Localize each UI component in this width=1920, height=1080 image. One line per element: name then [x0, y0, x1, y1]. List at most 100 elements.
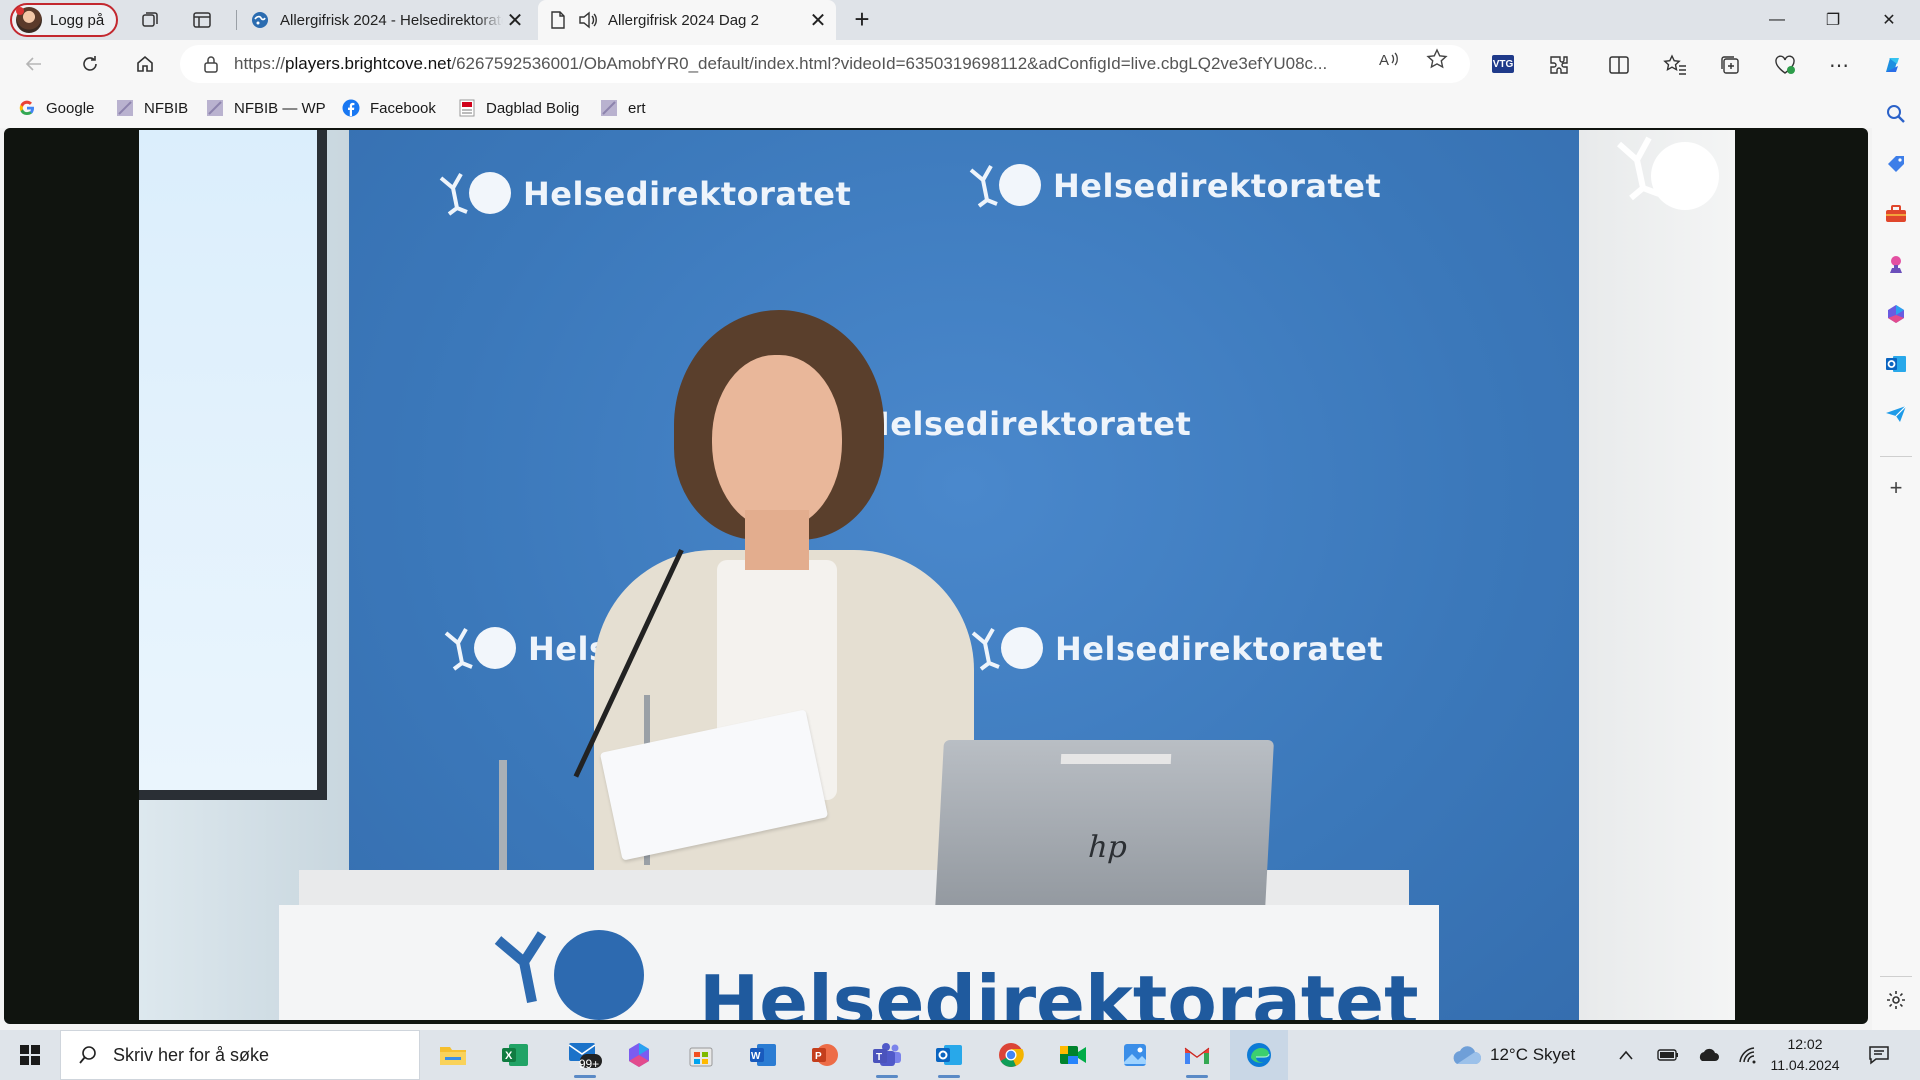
tab-title: Allergifrisk 2024 Dag 2 [608, 11, 759, 29]
bookmark-dagblad-bolig[interactable]: Dagblad Bolig [458, 96, 579, 120]
home-button[interactable] [131, 50, 159, 78]
navigation-bar: https://players.brightcove.net/626759253… [0, 40, 1920, 88]
dagblad-icon [458, 99, 476, 117]
games-icon[interactable] [1884, 252, 1908, 276]
outlook-taskbar-icon[interactable] [920, 1030, 978, 1080]
globe-icon [250, 10, 270, 30]
extensions-puzzle-icon[interactable] [1546, 52, 1572, 78]
title-bar: Logg på Allergifrisk 2024 - Helsedirekto… [0, 0, 1920, 40]
new-tab-button[interactable]: + [848, 6, 876, 34]
microsoft-store-icon[interactable] [672, 1030, 730, 1080]
vtg-extension-icon[interactable]: VTG [1492, 55, 1514, 73]
wifi-icon[interactable] [1736, 1043, 1760, 1067]
profile-button[interactable]: Logg på [10, 3, 118, 37]
gmail-icon[interactable] [1168, 1030, 1226, 1080]
lock-icon[interactable] [200, 53, 222, 75]
svg-text:X: X [505, 1050, 513, 1062]
more-options-icon[interactable]: ⋯ [1826, 52, 1852, 78]
photos-icon[interactable] [1106, 1030, 1164, 1080]
settings-gear-icon[interactable] [1884, 988, 1908, 1012]
favorite-star-icon[interactable] [1426, 48, 1448, 70]
system-clock[interactable]: 12:02 11.04.2024 [1762, 1034, 1848, 1076]
mail-badge: 99+ [578, 1057, 600, 1071]
podium-brand: Helsedirektoratet [699, 960, 1419, 1020]
profile-label: Logg på [50, 11, 105, 29]
laptop-sticker [1060, 754, 1172, 764]
tools-icon[interactable] [1884, 202, 1908, 226]
tab-allergifrisk-dag-2[interactable]: Allergifrisk 2024 Dag 2 ✕ [538, 0, 836, 40]
address-bar[interactable]: https://players.brightcove.net/626759253… [180, 45, 1470, 83]
svg-text:T: T [876, 1052, 882, 1063]
browser-essentials-icon[interactable] [1772, 52, 1798, 78]
bookmark-label: Dagblad Bolig [486, 99, 580, 117]
bookmark-label: ert [628, 99, 646, 117]
close-tab-icon[interactable]: ✕ [806, 8, 830, 32]
favorites-icon[interactable] [1662, 52, 1688, 78]
notification-icon[interactable] [1866, 1042, 1892, 1068]
microsoft-365-icon[interactable] [1884, 302, 1908, 326]
speaker-neck [745, 510, 809, 570]
teams-icon[interactable]: T [858, 1030, 916, 1080]
maximize-button[interactable]: ❐ [1805, 0, 1861, 40]
speaker-face [712, 355, 842, 530]
word-icon[interactable]: W [734, 1030, 792, 1080]
mail-icon[interactable] [556, 1030, 614, 1080]
speaker-icon[interactable] [578, 10, 598, 30]
start-button[interactable] [0, 1030, 60, 1080]
copilot-taskbar-icon[interactable] [610, 1030, 668, 1080]
bookmark-ert[interactable]: ert [600, 96, 646, 120]
edge-icon[interactable] [1230, 1030, 1288, 1080]
reload-button[interactable] [76, 50, 104, 78]
chevron-up-icon[interactable] [1614, 1043, 1638, 1067]
excel-icon[interactable]: X [486, 1030, 544, 1080]
sidebar-divider [1880, 456, 1912, 457]
file-explorer-icon[interactable] [424, 1030, 482, 1080]
bookmark-nfbib-wp[interactable]: NFBIB — WP [206, 96, 326, 120]
outlook-icon[interactable] [1884, 352, 1908, 376]
site-icon [116, 99, 134, 117]
onedrive-cloud-icon[interactable] [1696, 1043, 1720, 1067]
search-icon[interactable] [1884, 102, 1908, 126]
favorites-bar: Google NFBIB NFBIB — WP Facebook Dagblad… [0, 88, 1920, 128]
hp-logo-icon: hp [1087, 830, 1128, 865]
tab-helsedirektoratet[interactable]: Allergifrisk 2024 - Helsedirektoratet ✕ [240, 0, 533, 40]
bookmark-label: Facebook [370, 99, 436, 117]
tab-separator [236, 10, 237, 30]
close-window-button[interactable]: ✕ [1861, 0, 1917, 40]
svg-text:W: W [751, 1051, 761, 1062]
collections-icon[interactable] [1717, 52, 1743, 78]
windows-logo-icon [20, 1045, 40, 1065]
room-wall [1579, 130, 1735, 1020]
meet-icon[interactable] [1044, 1030, 1102, 1080]
copilot-icon[interactable] [1880, 52, 1906, 78]
send-icon[interactable] [1884, 402, 1908, 426]
clock-time: 12:02 [1787, 1036, 1823, 1052]
shopping-tag-icon[interactable] [1884, 152, 1908, 176]
add-icon[interactable]: + [1884, 475, 1908, 500]
vertical-tabs-icon[interactable] [190, 8, 214, 32]
powerpoint-icon[interactable]: P [796, 1030, 854, 1080]
bookmark-label: Google [46, 99, 95, 117]
helsedirektoratet-logo-icon [494, 930, 644, 1020]
back-button[interactable] [20, 50, 48, 78]
bookmark-label: NFBIB [144, 99, 189, 117]
weather-widget[interactable]: 12°C Skyet [1448, 1030, 1575, 1080]
search-icon [77, 1044, 99, 1066]
tab-title: Allergifrisk 2024 - Helsedirektoratet [280, 11, 503, 29]
bookmark-google[interactable]: Google [18, 96, 94, 120]
url-text[interactable]: https://players.brightcove.net/626759253… [234, 54, 1362, 74]
taskbar-search[interactable]: Skriv her for å søke [60, 1030, 420, 1080]
workspaces-icon[interactable] [138, 8, 162, 32]
avatar [16, 7, 42, 33]
split-screen-icon[interactable] [1606, 52, 1632, 78]
read-aloud-icon[interactable]: A [1378, 48, 1400, 70]
backdrop-logo: Helsedirektoratet [971, 625, 1383, 673]
video-player[interactable]: Helsedirektoratet Helsedirektoratet Hels… [139, 130, 1735, 1020]
bookmark-facebook[interactable]: Facebook [342, 96, 436, 120]
minimize-button[interactable]: — [1749, 0, 1805, 40]
bookmark-nfbib[interactable]: NFBIB [116, 96, 188, 120]
close-tab-icon[interactable]: ✕ [503, 8, 527, 32]
page-icon [548, 10, 568, 30]
chrome-icon[interactable] [982, 1030, 1040, 1080]
battery-icon[interactable] [1656, 1043, 1680, 1067]
